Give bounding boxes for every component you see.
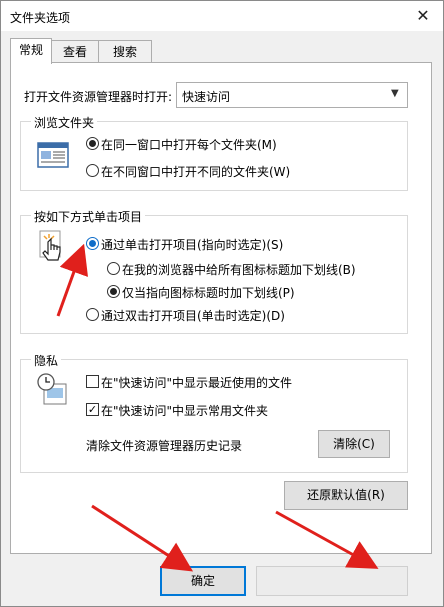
open-explorer-label: 打开文件资源管理器时打开:	[24, 90, 173, 104]
checkmark-icon: ✓	[87, 403, 98, 416]
clear-button[interactable]: 清除(C)	[318, 430, 390, 458]
radio-single-click[interactable]	[86, 237, 99, 250]
folder-windows-icon	[37, 139, 69, 171]
radio-same-window-label: 在同一窗口中打开每个文件夹(M)	[101, 138, 277, 152]
restore-defaults-button[interactable]: 还原默认值(R)	[284, 481, 408, 510]
tab-general[interactable]: 常规	[10, 38, 52, 64]
privacy-title: 隐私	[31, 352, 62, 369]
radio-underline-always-label: 在我的浏览器中给所有图标标题加下划线(B)	[122, 263, 356, 277]
title-bar[interactable]: 文件夹选项 ✕	[1, 1, 443, 31]
radio-new-window[interactable]	[86, 164, 99, 177]
browse-folders-group	[20, 121, 408, 191]
tab-search[interactable]: 搜索	[98, 40, 152, 63]
radio-same-window[interactable]	[86, 137, 99, 150]
checkbox-frequent-folders-label: 在"快速访问"中显示常用文件夹	[101, 404, 269, 418]
checkbox-recent-files-label: 在"快速访问"中显示最近使用的文件	[101, 376, 293, 390]
radio-single-click-label: 通过单击打开项目(指向时选定)(S)	[101, 238, 284, 252]
radio-new-window-label: 在不同窗口中打开不同的文件夹(W)	[101, 165, 291, 179]
chevron-down-icon: ▼	[391, 88, 399, 99]
tab-view[interactable]: 查看	[50, 40, 100, 63]
browse-folders-title: 浏览文件夹	[31, 114, 98, 131]
click-items-title: 按如下方式单击项目	[31, 208, 146, 225]
radio-underline-always[interactable]	[107, 262, 120, 275]
open-explorer-value: 快速访问	[182, 90, 231, 104]
close-icon[interactable]: ✕	[411, 5, 435, 27]
radio-double-click-label: 通过双击打开项目(单击时选定)(D)	[101, 309, 285, 323]
window-title: 文件夹选项	[10, 11, 71, 25]
privacy-clock-icon	[36, 372, 68, 406]
checkbox-recent-files[interactable]	[86, 375, 99, 388]
radio-underline-hover[interactable]	[107, 285, 120, 298]
radio-double-click[interactable]	[86, 308, 99, 321]
cancel-button[interactable]	[256, 566, 408, 596]
ok-button[interactable]: 确定	[160, 566, 246, 596]
checkbox-frequent-folders[interactable]: ✓	[86, 403, 99, 416]
radio-underline-hover-label: 仅当指向图标标题时加下划线(P)	[122, 286, 295, 300]
hand-pointer-icon	[39, 230, 67, 266]
open-explorer-select[interactable]: 快速访问 ▼	[176, 82, 408, 108]
clear-history-label: 清除文件资源管理器历史记录	[86, 439, 243, 453]
